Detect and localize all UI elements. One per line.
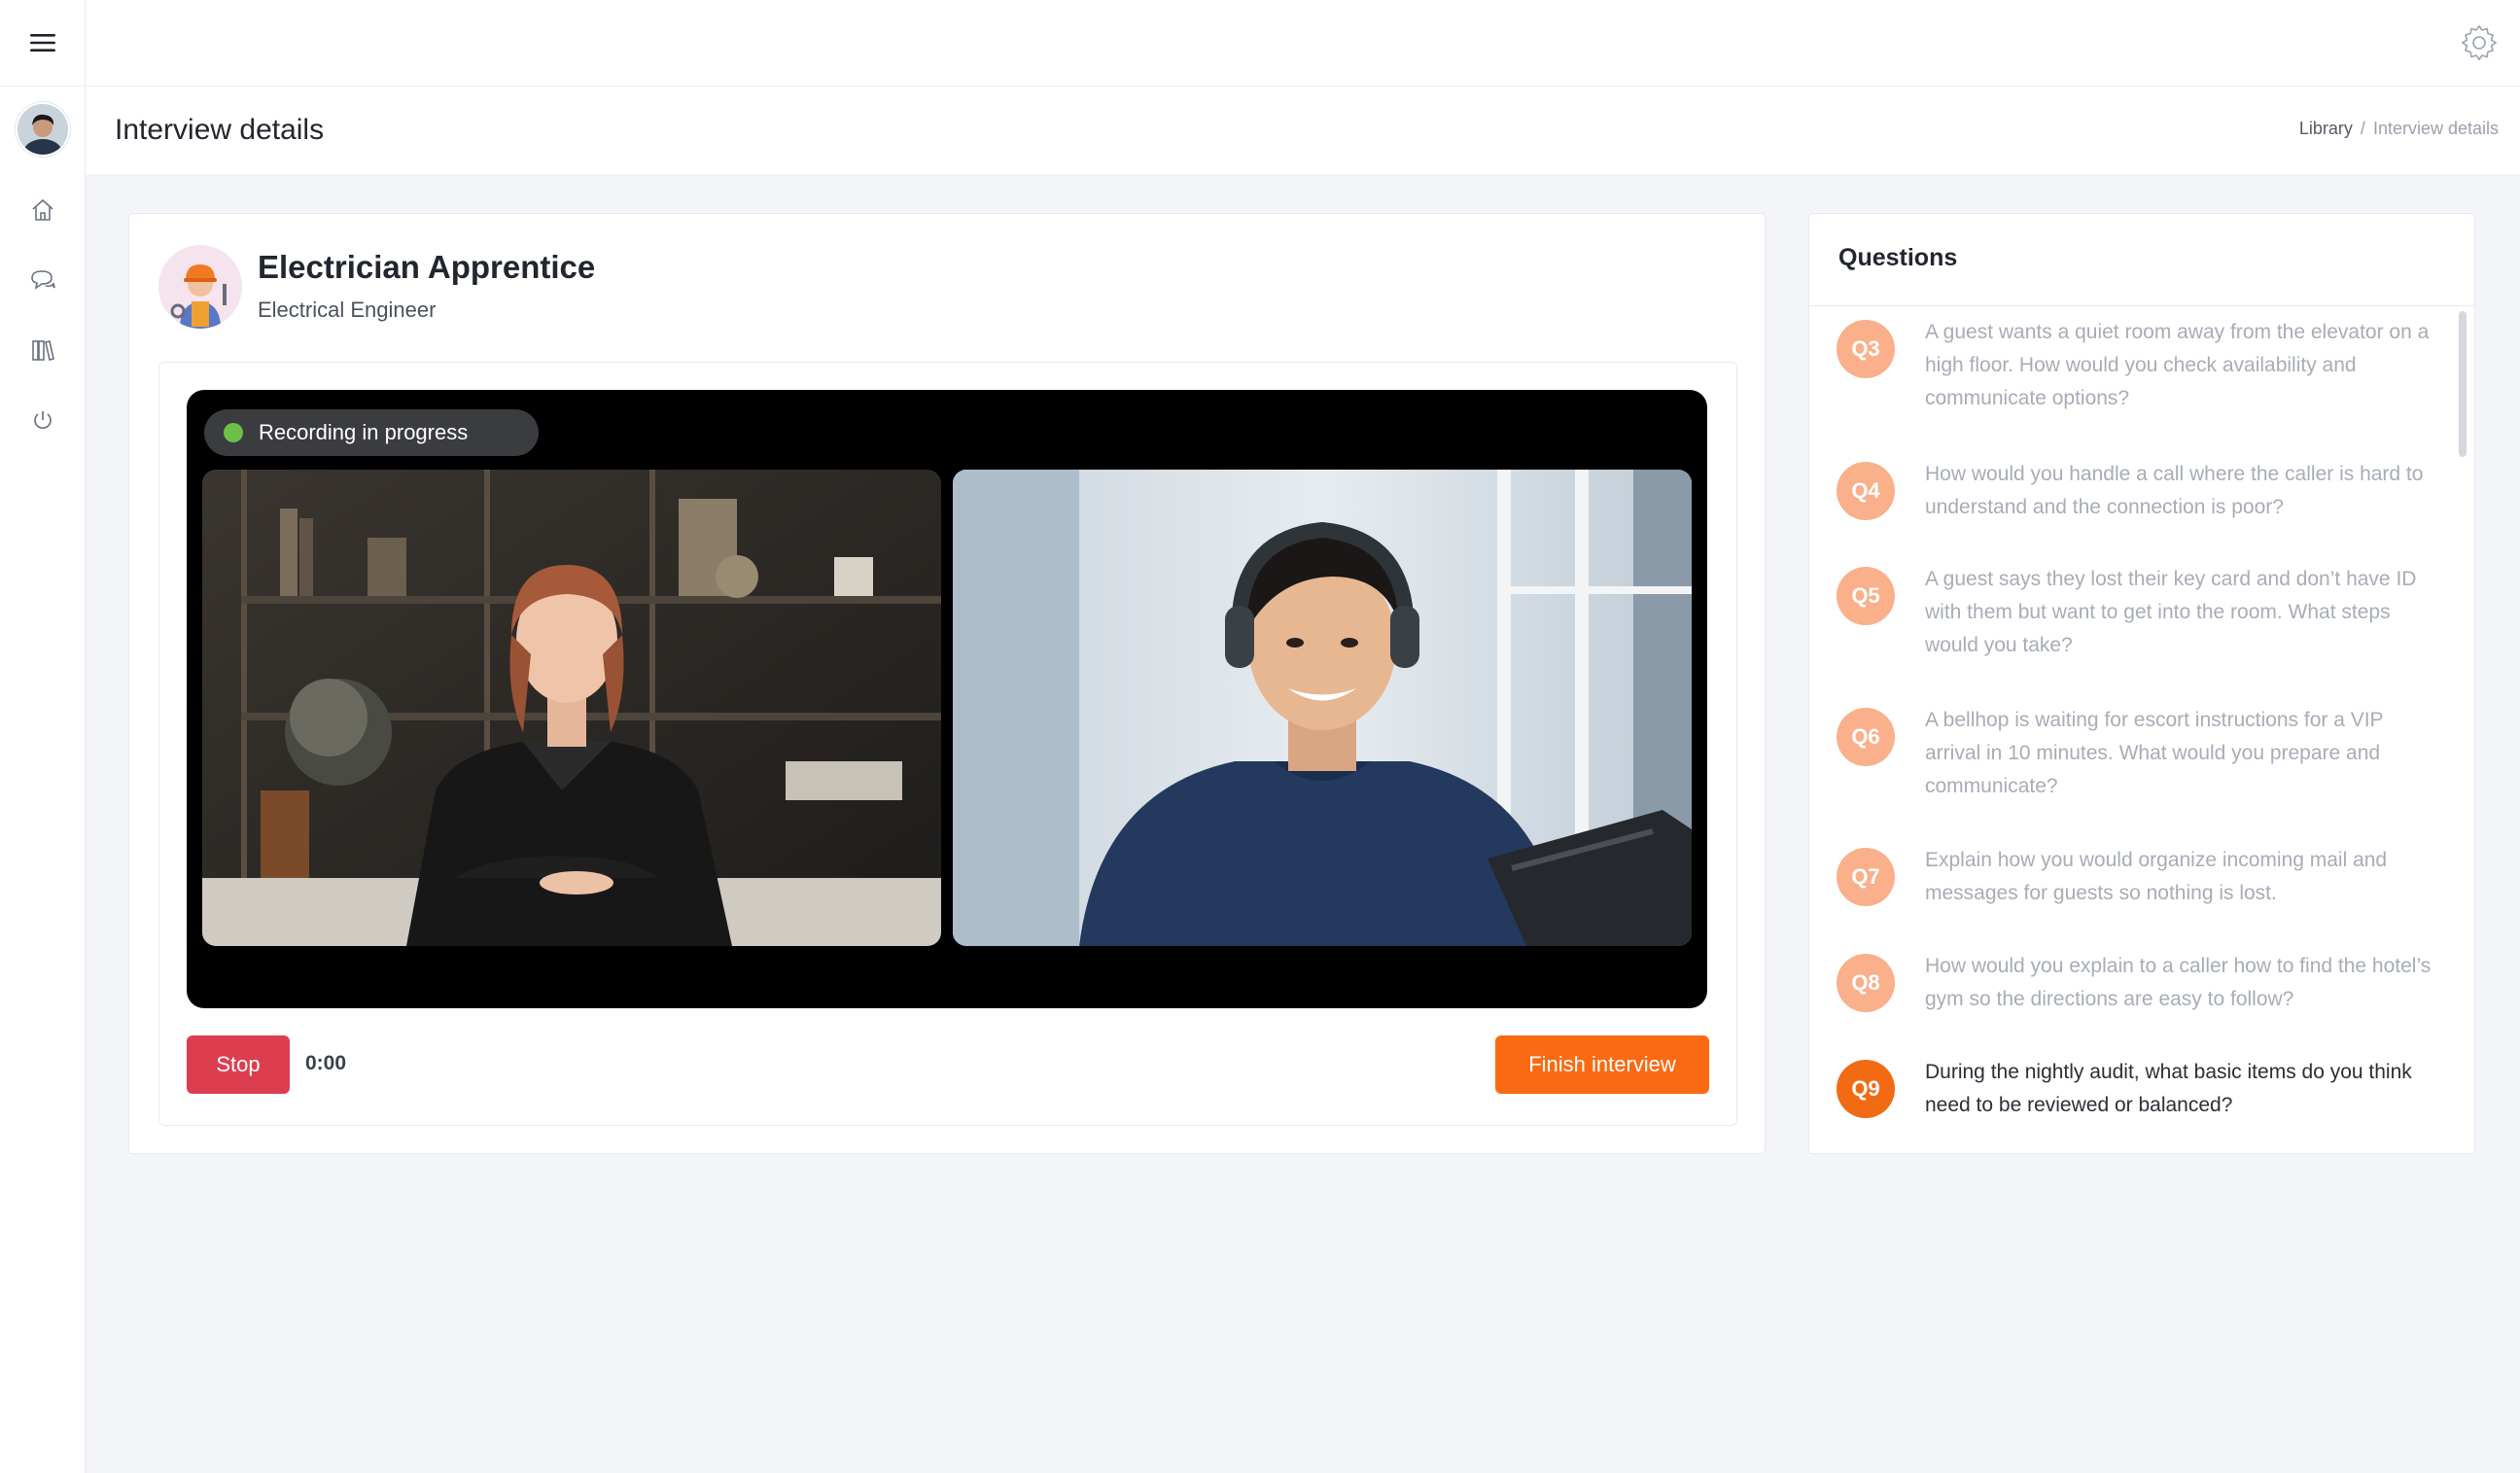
question-item[interactable]: Q6 A bellhop is waiting for escort instr… <box>1837 708 2435 803</box>
question-text: Explain how you would organize incoming … <box>1925 849 2388 904</box>
breadcrumb: Library / Interview details <box>2299 119 2499 139</box>
video-stage: Recording in progress <box>187 390 1707 1008</box>
home-icon <box>32 198 53 221</box>
question-text: A guest wants a quiet room away from the… <box>1925 321 2430 409</box>
recording-status-text: Recording in progress <box>259 420 469 444</box>
nav-chat[interactable] <box>0 261 86 299</box>
menu-icon <box>30 34 55 52</box>
breadcrumb-separator: / <box>2360 119 2365 138</box>
page-header: Interview details Library / Interview deta… <box>86 87 2520 174</box>
question-item[interactable]: Q3 A guest wants a quiet room away from … <box>1837 320 2435 415</box>
questions-title: Questions <box>1838 244 1958 271</box>
user-avatar[interactable] <box>0 102 86 157</box>
stop-button[interactable]: Stop <box>187 1035 290 1094</box>
nav-library[interactable] <box>0 331 86 369</box>
role-title: Electrician Apprentice <box>258 249 596 285</box>
menu-button[interactable] <box>0 0 86 87</box>
recording-timer: 0:00 <box>305 1052 347 1074</box>
question-text: A bellhop is waiting for escort instruct… <box>1925 709 2384 797</box>
question-text: During the nightly audit, what basic ite… <box>1925 1061 2412 1116</box>
question-number-badge: Q5 <box>1837 567 1895 625</box>
questions-scrollbar[interactable] <box>2459 311 2467 457</box>
breadcrumb-current: Interview details <box>2372 119 2499 138</box>
nav-home[interactable] <box>0 191 86 229</box>
question-number-badge: Q8 <box>1837 954 1895 1012</box>
question-number-badge: Q7 <box>1837 848 1895 906</box>
candidate-video <box>953 470 1692 946</box>
library-icon <box>32 340 54 361</box>
settings-button[interactable] <box>2460 23 2499 62</box>
candidate-video-frame <box>953 470 1692 946</box>
sidebar <box>0 0 86 1473</box>
power-icon <box>34 411 52 430</box>
avatar-image <box>18 104 68 155</box>
question-text: How would you explain to a caller how to… <box>1925 955 2432 1010</box>
recording-status: Recording in progress <box>204 409 539 456</box>
question-item[interactable]: Q7 Explain how you would organize incomi… <box>1837 848 2435 910</box>
question-number-badge: Q4 <box>1837 462 1895 520</box>
finish-interview-button[interactable]: Finish interview <box>1495 1035 1709 1094</box>
chat-icon <box>31 270 55 290</box>
question-number-badge: Q6 <box>1837 708 1895 766</box>
question-text: How would you handle a call where the ca… <box>1925 463 2424 518</box>
gear-icon <box>2461 24 2498 61</box>
question-number-badge: Q9 <box>1837 1060 1895 1118</box>
role-avatar <box>158 245 242 329</box>
page-title: Interview details <box>115 114 325 146</box>
interviewer-video-frame <box>202 470 941 946</box>
questions-panel: Questions Q3 A guest wants a quiet room … <box>1808 213 2475 1154</box>
question-item[interactable]: Q8 How would you explain to a caller how… <box>1837 954 2435 1016</box>
breadcrumb-library[interactable]: Library <box>2299 119 2353 138</box>
questions-header: Questions <box>1809 214 2474 306</box>
question-item[interactable]: Q5 A guest says they lost their key card… <box>1837 567 2435 662</box>
avatar <box>18 104 68 155</box>
role-subtitle: Electrical Engineer <box>258 298 437 322</box>
interviewer-video <box>202 470 941 946</box>
questions-list[interactable]: Q3 A guest wants a quiet room away from … <box>1809 306 2474 1153</box>
recording-dot-icon <box>224 423 243 442</box>
question-text: A guest says they lost their key card an… <box>1925 568 2417 656</box>
recording-panel: Recording in progress Stop 0:00 Finish i… <box>158 362 1737 1126</box>
question-item-active[interactable]: Q9 During the nightly audit, what basic … <box>1837 1060 2435 1122</box>
question-number-badge: Q3 <box>1837 320 1895 378</box>
electrician-illustration <box>158 245 242 329</box>
question-item[interactable]: Q4 How would you handle a call where the… <box>1837 462 2435 524</box>
top-bar <box>86 0 2520 87</box>
interview-card: Electrician Apprentice Electrical Engine… <box>128 213 1766 1154</box>
nav-logout[interactable] <box>0 401 86 439</box>
